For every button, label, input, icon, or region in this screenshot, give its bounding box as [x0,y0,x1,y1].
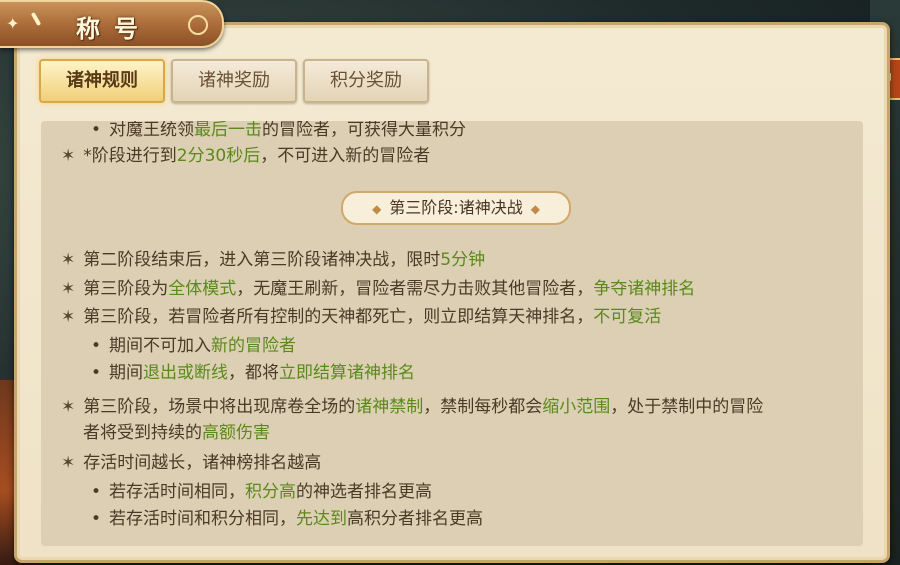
rule-line: ✶ 第二阶段结束后，进入第三阶段诸神决战，限时5分钟 [61,250,486,270]
tab-rules[interactable]: 诸神规则 [39,59,165,103]
tab-points-rewards[interactable]: 积分奖励 [303,59,429,103]
sparkle-icon: ✦ [6,14,20,33]
ring-ornament-icon [188,15,208,35]
rule-line: ✶ *阶段进行到2分30秒后，不可进入新的冒险者 [61,146,431,166]
rule-line: • 期间不可加入新的冒险者 [91,336,297,356]
rule-line: 者将受到持续的高额伤害 [83,423,270,443]
tab-rewards[interactable]: 诸神奖励 [171,59,297,103]
rule-line: • 对魔王统领最后一击的冒险者，可获得大量积分 [91,121,467,140]
quill-mark-icon [30,11,42,27]
rule-line: • 若存活时间和积分相同，先达到高积分者排名更高 [91,509,484,529]
title-badge: ✦ 称号 [0,0,224,48]
diamond-icon: ◆ [530,202,540,216]
rule-line: • 期间退出或断线，都将立即结算诸神排名 [91,363,416,383]
rules-panel: 诸神规则 诸神奖励 积分奖励 • 对魔王统领最后一击的冒险者，可获得大量积分 ✶ *… [14,22,890,563]
rule-line: ✶ 第三阶段，场景中将出现席卷全场的诸神禁制，禁制每秒都会缩小范围，处于禁制中的冒… [61,397,764,417]
diamond-icon: ◆ [372,202,382,216]
page-title: 称号 [76,15,152,43]
rule-line: • 若存活时间相同，积分高的神选者排名更高 [91,482,433,502]
rule-line: ✶ 第三阶段，若冒险者所有控制的天神都死亡，则立即结算天神排名，不可复活 [61,307,662,327]
rule-line: ✶ 第三阶段为全体模式，无魔王刷新，冒险者需尽力击败其他冒险者，争夺诸神排名 [61,279,696,299]
rule-line: ✶ 存活时间越长，诸神榜排名越高 [61,453,322,473]
rules-content[interactable]: • 对魔王统领最后一击的冒险者，可获得大量积分 ✶ *阶段进行到2分30秒后，不可进… [41,121,863,546]
stage-header: ◆ 第三阶段:诸神决战 ◆ [341,191,571,225]
